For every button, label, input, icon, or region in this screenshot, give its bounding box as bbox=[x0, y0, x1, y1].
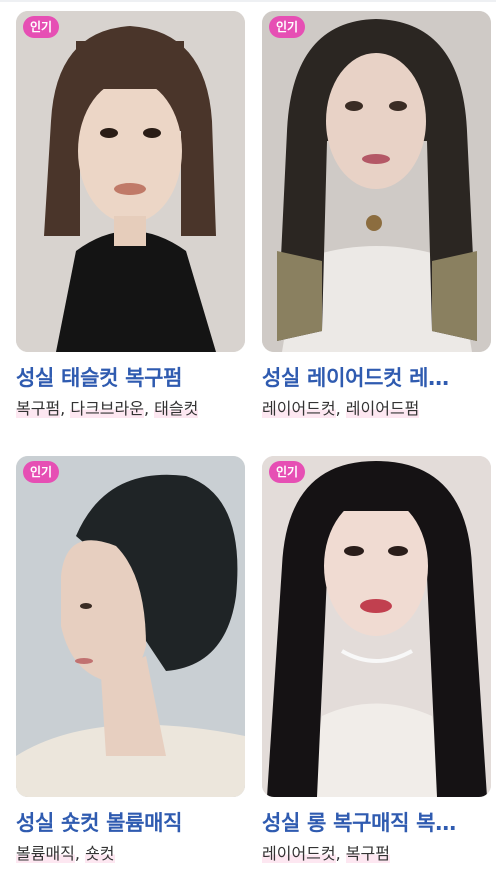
tag-separator: , bbox=[74, 844, 86, 863]
style-title[interactable]: 성실 롱 복구매직 복… bbox=[262, 808, 491, 838]
tag[interactable]: 레이어드펌 bbox=[345, 399, 420, 418]
style-title[interactable]: 성실 숏컷 볼륨매직 bbox=[16, 808, 245, 838]
tag[interactable]: 태슬컷 bbox=[154, 399, 199, 418]
tag-separator: , bbox=[60, 399, 71, 418]
style-card[interactable]: 인기 성실 태슬컷 복구펌 복구펌, 다크브라운, 태슬컷 bbox=[16, 11, 245, 421]
style-tags: 레이어드컷, 레이어드펌 bbox=[262, 397, 491, 421]
style-card[interactable]: 인기 성실 롱 복구매직 복… 레이어드컷, 복구펌 bbox=[262, 456, 491, 866]
style-photo[interactable]: 인기 bbox=[16, 456, 245, 797]
tag-separator: , bbox=[143, 399, 155, 418]
tag-separator: , bbox=[335, 399, 346, 418]
popular-badge: 인기 bbox=[269, 461, 306, 483]
photo-bob-cut bbox=[16, 11, 245, 352]
popular-badge: 인기 bbox=[269, 16, 306, 38]
tag[interactable]: 숏컷 bbox=[85, 844, 115, 863]
top-divider bbox=[0, 0, 496, 2]
style-tags: 복구펌, 다크브라운, 태슬컷 bbox=[16, 397, 245, 421]
photo-short-cut bbox=[16, 456, 245, 797]
style-card[interactable]: 인기 성실 레이어드컷 레… 레이어드컷, 레이어드펌 bbox=[262, 11, 491, 421]
tag[interactable]: 복구펌 bbox=[16, 399, 61, 418]
style-photo[interactable]: 인기 bbox=[262, 11, 491, 352]
popular-badge: 인기 bbox=[23, 461, 60, 483]
tag[interactable]: 복구펌 bbox=[345, 844, 390, 863]
photo-long-straight bbox=[262, 456, 491, 797]
tag[interactable]: 레이어드컷 bbox=[262, 844, 336, 863]
style-tags: 볼륨매직, 숏컷 bbox=[16, 842, 245, 866]
style-photo[interactable]: 인기 bbox=[262, 456, 491, 797]
style-card[interactable]: 인기 성실 숏컷 볼륨매직 볼륨매직, 숏컷 bbox=[16, 456, 245, 866]
style-title[interactable]: 성실 태슬컷 복구펌 bbox=[16, 363, 245, 393]
style-photo[interactable]: 인기 bbox=[16, 11, 245, 352]
style-tags: 레이어드컷, 복구펌 bbox=[262, 842, 491, 866]
style-title[interactable]: 성실 레이어드컷 레… bbox=[262, 363, 491, 393]
tag[interactable]: 레이어드컷 bbox=[262, 399, 336, 418]
popular-badge: 인기 bbox=[23, 16, 60, 38]
tag[interactable]: 볼륨매직 bbox=[16, 844, 75, 863]
photo-layered-cut bbox=[262, 11, 491, 352]
tag[interactable]: 다크브라운 bbox=[70, 399, 144, 418]
tag-separator: , bbox=[335, 844, 346, 863]
